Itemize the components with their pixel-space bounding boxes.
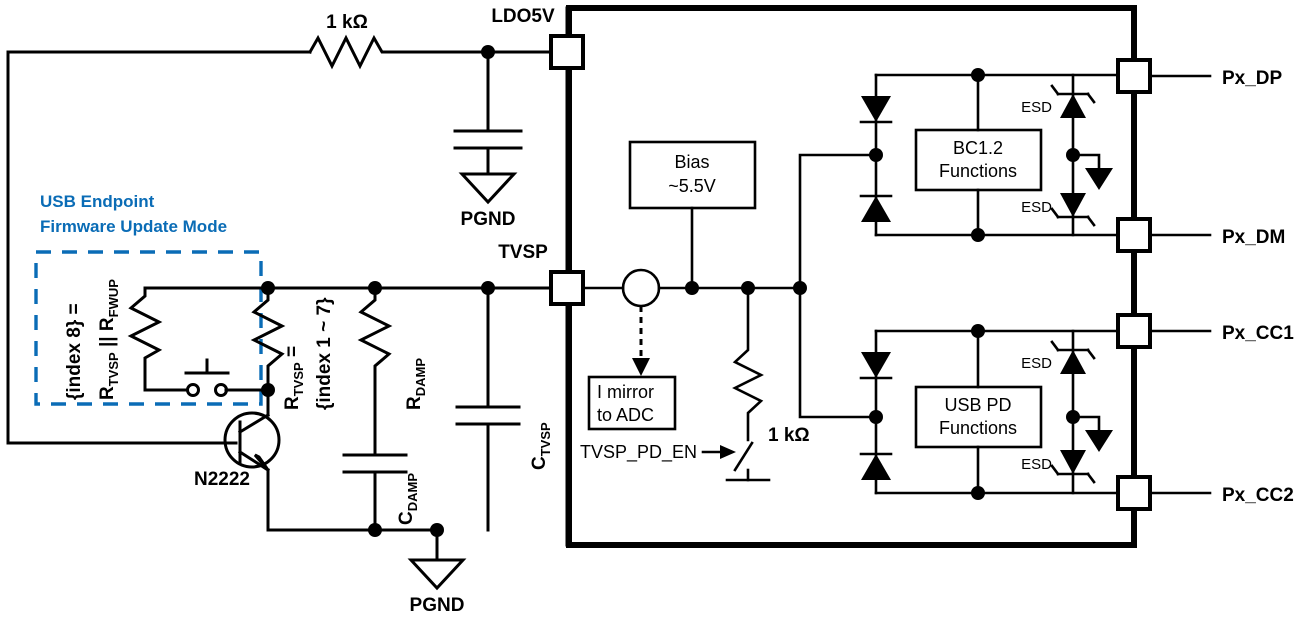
rtvsp-sub: TVSP [291,362,306,396]
esd-upper-zener-r-usbpd [1086,348,1096,360]
pd-resistor-label: 1 kΩ [768,425,810,446]
fwup-caption-line2: Firmware Update Mode [40,217,227,236]
current-source-symbol [621,268,661,308]
pin-label-px-dp: Px_DP [1222,68,1283,89]
esd-upper-zener-l-bc12 [1050,84,1060,96]
rtvsp-label-line2: {index 1 ~ 7} [314,297,335,410]
pin-pad-px-dm [1116,217,1152,253]
pin-label-px-cc1: Px_CC1 [1222,323,1294,344]
gnd-symbol-top [458,172,518,205]
rtvsp-r: R [282,396,303,410]
esd-upper-diode-usbpd [1060,350,1086,374]
imirror-line2: to ADC [597,405,654,425]
cdamp-c: C [396,511,417,525]
pin-pad-ldo5v [549,34,585,70]
rtvsp-eq: = [282,346,303,362]
pgnd-label-top: PGND [461,209,516,230]
rtvsp-label-line1: RTVSP = [282,346,306,410]
svg-text:RTVSP || RFWUP: RTVSP || RFWUP [97,279,121,400]
usbpd-line1: USB PD [944,395,1011,415]
bc12-line2: Functions [939,161,1017,181]
imirror-arrowhead [632,358,650,376]
circuit-diagram: 1 kΩ LDO5V PGND USB Endpoint Firmware Up… [6,5,1294,616]
rfwup-r1: R [97,386,118,400]
fwup-note-line2: RTVSP || RFWUP [97,279,121,400]
resistor-1k-top [307,34,490,70]
esd-lower-diode-bc12 [1060,193,1086,217]
fwup-note-line1: {index 8} = [64,303,85,400]
pin-label-px-dm: Px_DM [1222,227,1285,248]
ldo5v-label: LDO5V [491,6,555,27]
bc12-diode-upper-body [861,96,891,122]
ctvsp-label: CTVSP [529,422,553,470]
usbpd-diode-lower-body [861,454,891,480]
bc12-line1: BC1.2 [953,138,1003,158]
rfwup-r2: || R [97,317,118,352]
esd-upper-zener-l-usbpd [1050,340,1060,352]
svg-text:RTVSP =: RTVSP = [282,346,306,410]
imirror-line1: I mirror [597,382,654,402]
esd-label-usbpd-upper: ESD [1021,355,1052,372]
node-bias-rail [685,281,699,295]
resistor-rdamp [357,286,393,457]
pin-pad-px-cc1 [1116,313,1152,349]
esd-lower-zener-l-usbpd [1050,464,1060,476]
gnd-symbol-bottom [407,558,467,591]
rdamp-r: R [404,396,425,410]
ctvsp-sub: TVSP [538,422,553,456]
bias-line1: Bias [674,152,709,172]
esd-lower-zener-l-bc12 [1050,207,1060,219]
tvsp-label: TVSP [498,242,548,263]
svg-text:CDAMP: CDAMP [396,473,420,525]
esd-label-bc12-upper: ESD [1021,99,1052,116]
esd-gnd-arrow-bc12 [1085,168,1113,190]
usbpd-diode-upper-body [861,352,891,378]
bias-line2: ~5.5V [668,176,716,196]
fwup-caption-line1: USB Endpoint [40,192,155,211]
transistor-collector-lead [237,412,271,435]
esd-upper-diode-bc12 [1060,94,1086,118]
pushbutton-contact-left[interactable] [186,383,200,397]
cdamp-label: CDAMP [396,473,420,525]
cdamp-sub: DAMP [405,473,420,512]
esd-label-bc12-lower: ESD [1021,199,1052,216]
rdamp-sub: DAMP [413,358,428,397]
resistor-pd-1k [732,286,764,442]
resistor-1k-top-label: 1 kΩ [326,12,368,33]
pd-en-arrowhead [720,445,736,459]
esd-lower-zener-r-bc12 [1086,215,1096,227]
pd-en-signal-label: TVSP_PD_EN [580,442,697,463]
rfwup-sub2: FWUP [106,279,121,318]
svg-text:{index 8} =: {index 8} = [64,303,85,400]
pin-label-px-cc2: Px_CC2 [1222,485,1294,506]
ctvsp-c: C [529,456,550,470]
pin-pad-px-dp [1116,58,1152,94]
pd-switch-blade[interactable] [733,441,754,472]
usbpd-line2: Functions [939,418,1017,438]
transistor-label: N2222 [194,469,250,490]
esd-lower-zener-r-usbpd [1086,472,1096,484]
pin-pad-tvsp [549,270,585,306]
svg-text:RDAMP: RDAMP [404,358,428,410]
bc12-diode-lower-body [861,196,891,222]
rfwup-sub1: TVSP [106,352,121,386]
esd-lower-diode-usbpd [1060,450,1086,474]
esd-label-usbpd-lower: ESD [1021,456,1052,473]
esd-gnd-arrow-usbpd [1085,430,1113,452]
esd-upper-zener-r-bc12 [1086,92,1096,104]
resistor-rtvsp [250,286,286,392]
node-cdamp-gnd [368,523,382,537]
svg-text:{index 1 ~ 7}: {index 1 ~ 7} [314,297,335,410]
svg-text:CTVSP: CTVSP [529,422,553,470]
rdamp-label: RDAMP [404,358,428,410]
resistor-rfwup [127,286,163,392]
pgnd-label-bottom: PGND [410,595,465,616]
pin-pad-px-cc2 [1116,475,1152,511]
